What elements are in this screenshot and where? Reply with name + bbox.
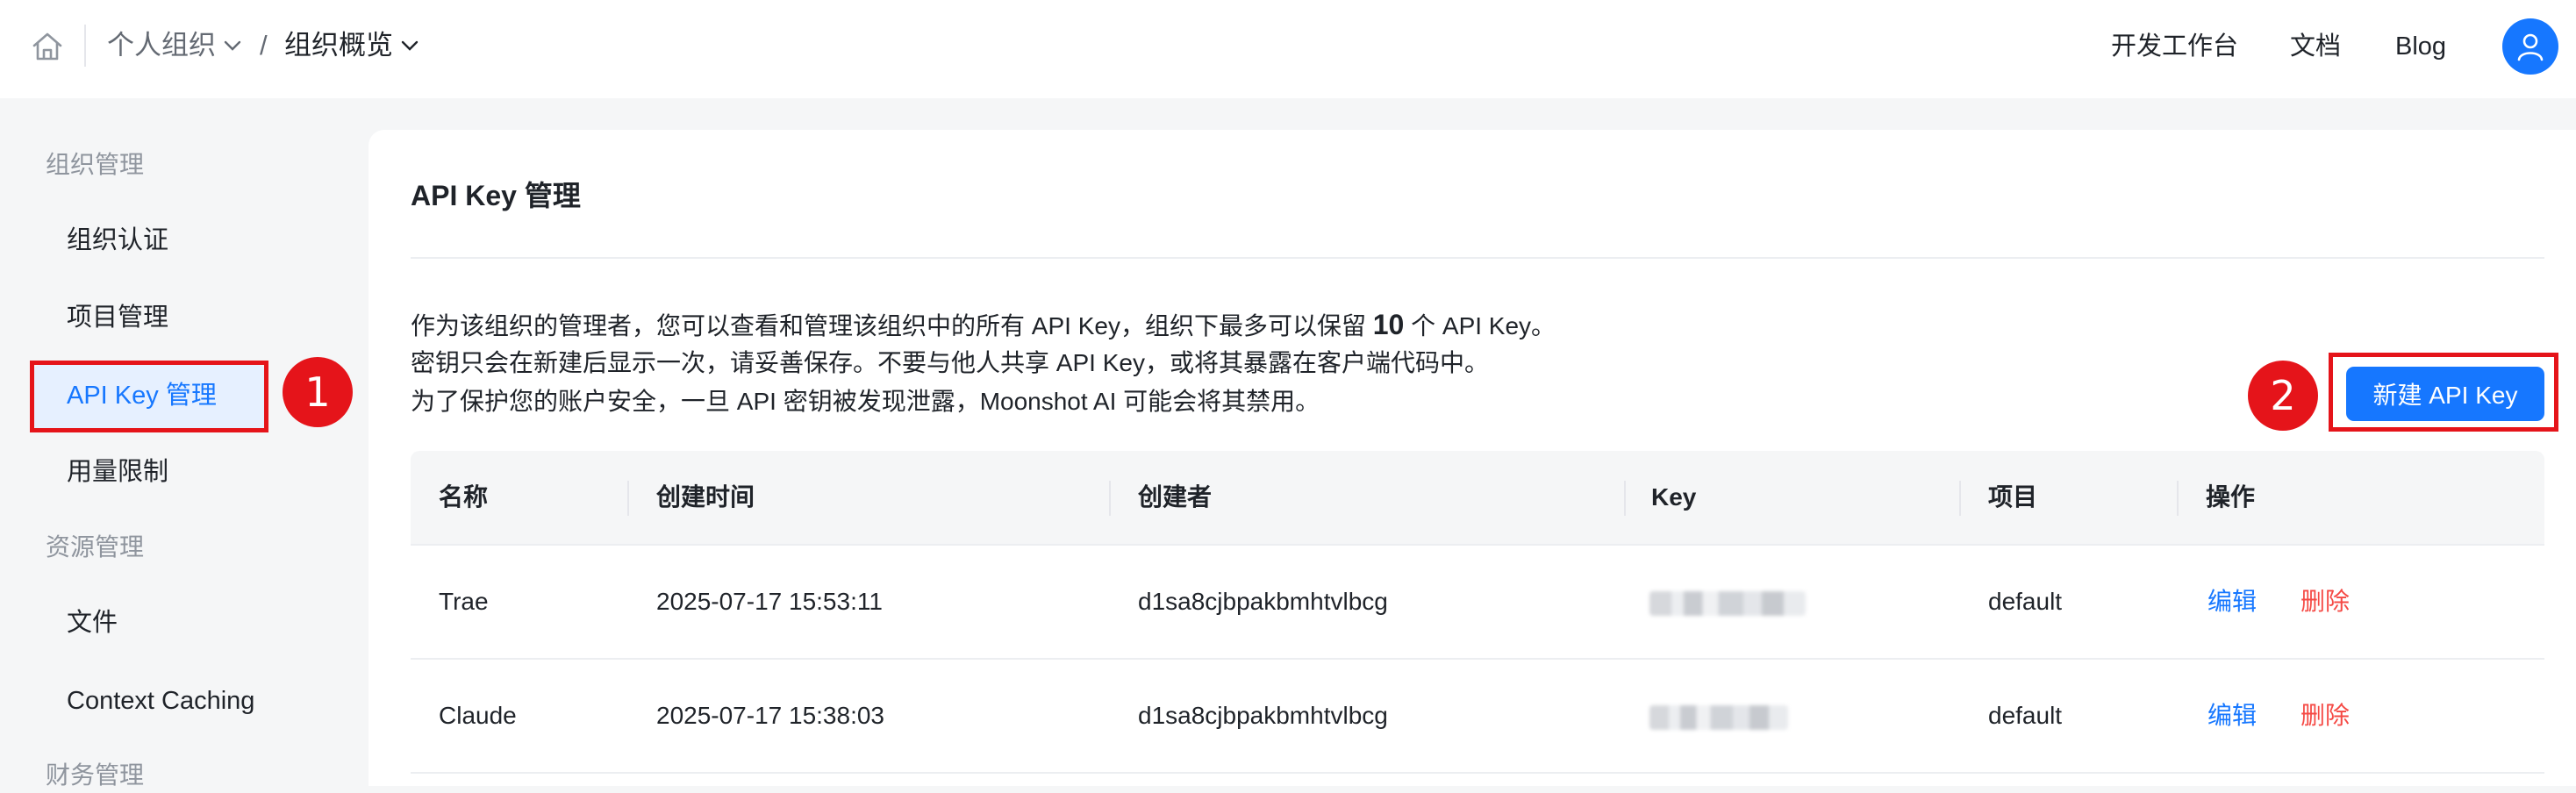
table-row-2-creator: d1sa8cjbpakbmhtvlbcg <box>1138 702 1388 729</box>
sidebar-item-projects[interactable]: 项目管理 <box>67 300 168 335</box>
annotation-marker-1: 1 <box>283 357 353 427</box>
sidebar-item-rate-limits[interactable]: 用量限制 <box>67 454 168 489</box>
column-header-actions: 操作 <box>2206 483 2256 511</box>
breadcrumb-org-label: 个人组织 <box>107 30 216 61</box>
chevron-down-icon <box>224 40 241 51</box>
sidebar-group-resources: 资源管理 <box>46 533 145 561</box>
sidebar-item-org-verification[interactable]: 组织认证 <box>67 223 168 258</box>
sidebar-item-files[interactable]: 文件 <box>67 605 118 640</box>
annotation-box-1 <box>30 361 268 432</box>
table-row-1-key-masked <box>1649 591 1806 616</box>
table-row-2-project: default <box>1988 702 2063 729</box>
title-divider <box>411 257 2544 259</box>
column-divider <box>2177 481 2179 516</box>
column-header-project: 项目 <box>1988 483 2038 511</box>
column-divider <box>1959 481 1961 516</box>
table-row-2-delete-link[interactable]: 删除 <box>2301 698 2350 733</box>
column-header-created: 创建时间 <box>656 483 755 511</box>
table-row-1-project: default <box>1988 588 2063 615</box>
table-row-1-edit-link[interactable]: 编辑 <box>2207 584 2257 619</box>
description-line-2: 密钥只会在新建后显示一次，请妥善保存。不要与他人共享 API Key，或将其暴露… <box>411 349 1489 376</box>
table-row-2-created: 2025-07-17 15:38:03 <box>656 702 884 729</box>
column-divider <box>1109 481 1111 516</box>
column-header-key: Key <box>1651 483 1697 511</box>
sidebar-group-org: 组织管理 <box>46 151 145 178</box>
annotation-marker-2: 2 <box>2248 361 2318 431</box>
page-title: API Key 管理 <box>411 180 581 211</box>
home-icon[interactable] <box>30 29 65 64</box>
column-divider <box>627 481 629 516</box>
row-divider <box>411 772 2544 774</box>
nav-docs[interactable]: 文档 <box>2290 28 2341 65</box>
nav-blog[interactable]: Blog <box>2395 28 2446 65</box>
breadcrumb-divider <box>84 25 86 67</box>
description-line-3: 为了保护您的账户安全，一旦 API 密钥被发现泄露，Moonshot AI 可能… <box>411 388 1320 415</box>
breadcrumb-org[interactable]: 个人组织 <box>107 26 242 65</box>
table-row-1-name: Trae <box>439 588 489 615</box>
description-line-1: 作为该组织的管理者，您可以查看和管理该组织中的所有 API Key，组织下最多可… <box>411 309 1556 340</box>
table-row-2-edit-link[interactable]: 编辑 <box>2207 698 2257 733</box>
column-divider <box>1624 481 1626 516</box>
sidebar-group-finance: 财务管理 <box>46 761 145 789</box>
table-row-2-name: Claude <box>439 702 517 729</box>
breadcrumb-separator: / <box>260 30 268 61</box>
column-header-name: 名称 <box>439 483 489 511</box>
row-divider <box>411 658 2544 660</box>
max-keys-count: 10 <box>1372 309 1405 340</box>
chevron-down-icon <box>401 40 419 51</box>
table-row-2-key-masked <box>1649 705 1788 730</box>
table-row-1-created: 2025-07-17 15:53:11 <box>656 588 883 615</box>
column-header-creator: 创建者 <box>1138 483 1213 511</box>
annotation-box-2 <box>2329 353 2558 432</box>
top-bar: 个人组织 / 组织概览 开发工作台 文档 Blog <box>0 0 2576 98</box>
sidebar-item-context-caching[interactable]: Context Caching <box>67 683 254 718</box>
breadcrumb-page-label: 组织概览 <box>284 30 393 61</box>
row-divider <box>411 544 2544 546</box>
nav-dev-console[interactable]: 开发工作台 <box>2111 28 2238 65</box>
table-row-1-delete-link[interactable]: 删除 <box>2301 584 2350 619</box>
table-row-1-creator: d1sa8cjbpakbmhtvlbcg <box>1138 588 1388 615</box>
user-icon <box>2517 33 2544 61</box>
avatar[interactable] <box>2502 18 2558 75</box>
breadcrumb-page[interactable]: 组织概览 <box>284 26 419 65</box>
